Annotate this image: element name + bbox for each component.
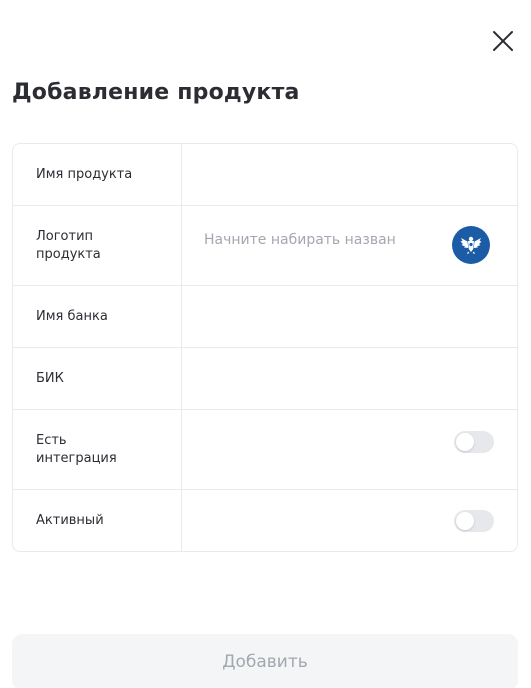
product-logo-search-input[interactable] <box>204 228 432 252</box>
active-toggle[interactable] <box>454 510 494 532</box>
form-row-product-name: Имя продукта <box>13 144 517 206</box>
bank-name-label: Имя банка <box>13 286 182 347</box>
form-row-active: Активный <box>13 490 517 551</box>
active-cell <box>182 490 517 551</box>
has-integration-cell <box>182 410 517 489</box>
bik-cell <box>182 348 517 409</box>
has-integration-label: Есть интеграция <box>13 410 182 489</box>
product-name-label: Имя продукта <box>13 144 182 205</box>
product-logo-cell <box>182 206 517 285</box>
eagle-emblem-icon <box>460 236 482 254</box>
add-product-button[interactable]: Добавить <box>12 634 518 688</box>
product-form: Имя продукта Логотип продукта Начните на… <box>12 143 518 552</box>
close-button[interactable] <box>490 28 516 54</box>
toggle-knob <box>456 512 474 530</box>
product-logo-label: Логотип продукта <box>13 206 182 285</box>
product-name-cell <box>182 144 517 205</box>
bank-name-cell <box>182 286 517 347</box>
modal-title: Добавление продукта <box>12 80 300 105</box>
form-row-has-integration: Есть интеграция <box>13 410 517 490</box>
product-name-input[interactable] <box>182 144 517 205</box>
close-icon <box>493 31 513 51</box>
form-row-bik: БИК <box>13 348 517 410</box>
toggle-knob <box>456 433 474 451</box>
active-label: Активный <box>13 490 182 551</box>
bank-emblem-icon[interactable] <box>452 226 490 264</box>
form-row-product-logo: Логотип продукта <box>13 206 517 286</box>
has-integration-toggle[interactable] <box>454 431 494 453</box>
form-row-bank-name: Имя банка <box>13 286 517 348</box>
bank-name-input[interactable] <box>182 286 517 347</box>
add-product-modal: Добавление продукта Имя продукта Логотип… <box>0 0 531 688</box>
bik-input[interactable] <box>182 348 517 409</box>
bik-label: БИК <box>13 348 182 409</box>
